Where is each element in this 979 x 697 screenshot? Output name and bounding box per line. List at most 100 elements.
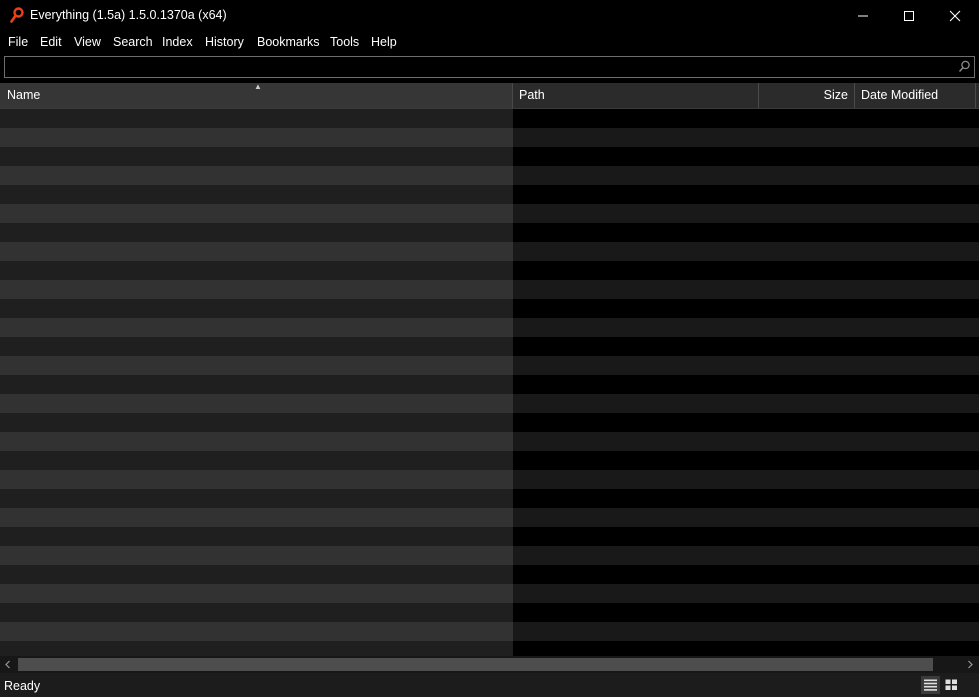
menu-view[interactable]: View [74, 35, 101, 49]
horizontal-scrollbar[interactable] [0, 656, 979, 673]
row-cells [513, 603, 979, 622]
empty-row [0, 318, 979, 337]
row-cells [513, 185, 979, 204]
name-cell [0, 603, 513, 622]
name-cell [0, 432, 513, 451]
empty-row [0, 508, 979, 527]
row-cells [513, 337, 979, 356]
search-input[interactable] [5, 57, 945, 77]
menu-file[interactable]: File [8, 35, 28, 49]
empty-row [0, 641, 979, 656]
scroll-right-icon[interactable] [965, 659, 975, 670]
minimize-button[interactable] [840, 0, 886, 31]
name-cell [0, 280, 513, 299]
name-cell [0, 508, 513, 527]
details-view-button[interactable] [921, 676, 940, 694]
name-cell [0, 546, 513, 565]
column-label-name: Name [7, 88, 41, 102]
status-bar: Ready [0, 673, 979, 697]
column-header-date-modified[interactable]: Date Modified [856, 83, 976, 108]
title-bar[interactable]: Everything (1.5a) 1.5.0.1370a (x64) [0, 0, 979, 31]
row-cells [513, 584, 979, 603]
empty-row [0, 261, 979, 280]
row-cells [513, 299, 979, 318]
menu-search[interactable]: Search [113, 35, 153, 49]
column-label-path: Path [519, 88, 545, 102]
name-cell [0, 470, 513, 489]
close-button[interactable] [932, 0, 978, 31]
status-text: Ready [4, 679, 41, 693]
row-cells [513, 166, 979, 185]
menu-help[interactable]: Help [371, 35, 397, 49]
empty-row [0, 470, 979, 489]
details-view-icon [924, 679, 937, 691]
column-header-path[interactable]: Path [514, 83, 759, 108]
row-cells [513, 622, 979, 641]
scroll-thumb[interactable] [18, 658, 933, 671]
empty-row [0, 109, 979, 128]
empty-row [0, 432, 979, 451]
name-cell [0, 641, 513, 656]
column-header-size[interactable]: Size [760, 83, 855, 108]
name-cell [0, 527, 513, 546]
row-cells [513, 641, 979, 656]
empty-row [0, 375, 979, 394]
menu-edit[interactable]: Edit [40, 35, 62, 49]
empty-row [0, 128, 979, 147]
name-cell [0, 128, 513, 147]
row-cells [513, 489, 979, 508]
thumbnails-view-button[interactable] [942, 676, 961, 694]
row-cells [513, 432, 979, 451]
name-cell [0, 565, 513, 584]
menu-bar: File Edit View Search Index History Book… [0, 31, 979, 53]
row-cells [513, 508, 979, 527]
empty-row [0, 584, 979, 603]
row-cells [513, 318, 979, 337]
name-cell [0, 109, 513, 128]
magnifier-icon [10, 7, 24, 23]
row-cells [513, 109, 979, 128]
row-cells [513, 413, 979, 432]
column-label-size: Size [823, 88, 848, 102]
empty-row [0, 337, 979, 356]
empty-row [0, 356, 979, 375]
empty-row [0, 280, 979, 299]
row-cells [513, 546, 979, 565]
window-title: Everything (1.5a) 1.5.0.1370a (x64) [30, 8, 227, 22]
menu-bookmarks[interactable]: Bookmarks [257, 35, 320, 49]
scroll-left-icon[interactable] [3, 659, 13, 670]
row-cells [513, 375, 979, 394]
name-cell [0, 204, 513, 223]
empty-row [0, 527, 979, 546]
empty-row [0, 204, 979, 223]
column-label-date-modified: Date Modified [861, 88, 939, 102]
row-cells [513, 565, 979, 584]
row-cells [513, 527, 979, 546]
search-box [4, 56, 975, 78]
results-list[interactable] [0, 109, 979, 656]
empty-row [0, 166, 979, 185]
name-cell [0, 299, 513, 318]
row-cells [513, 451, 979, 470]
row-cells [513, 147, 979, 166]
name-cell [0, 185, 513, 204]
name-cell [0, 261, 513, 280]
name-cell [0, 375, 513, 394]
name-cell [0, 356, 513, 375]
menu-index[interactable]: Index [162, 35, 193, 49]
search-icon[interactable] [958, 60, 971, 73]
empty-row [0, 546, 979, 565]
name-cell [0, 622, 513, 641]
menu-tools[interactable]: Tools [330, 35, 359, 49]
row-cells [513, 356, 979, 375]
empty-row [0, 185, 979, 204]
empty-row [0, 394, 979, 413]
name-cell [0, 242, 513, 261]
row-cells [513, 204, 979, 223]
menu-history[interactable]: History [205, 35, 244, 49]
empty-row [0, 565, 979, 584]
maximize-button[interactable] [886, 0, 932, 31]
name-cell [0, 394, 513, 413]
name-cell [0, 337, 513, 356]
thumbnails-view-icon [945, 679, 957, 690]
